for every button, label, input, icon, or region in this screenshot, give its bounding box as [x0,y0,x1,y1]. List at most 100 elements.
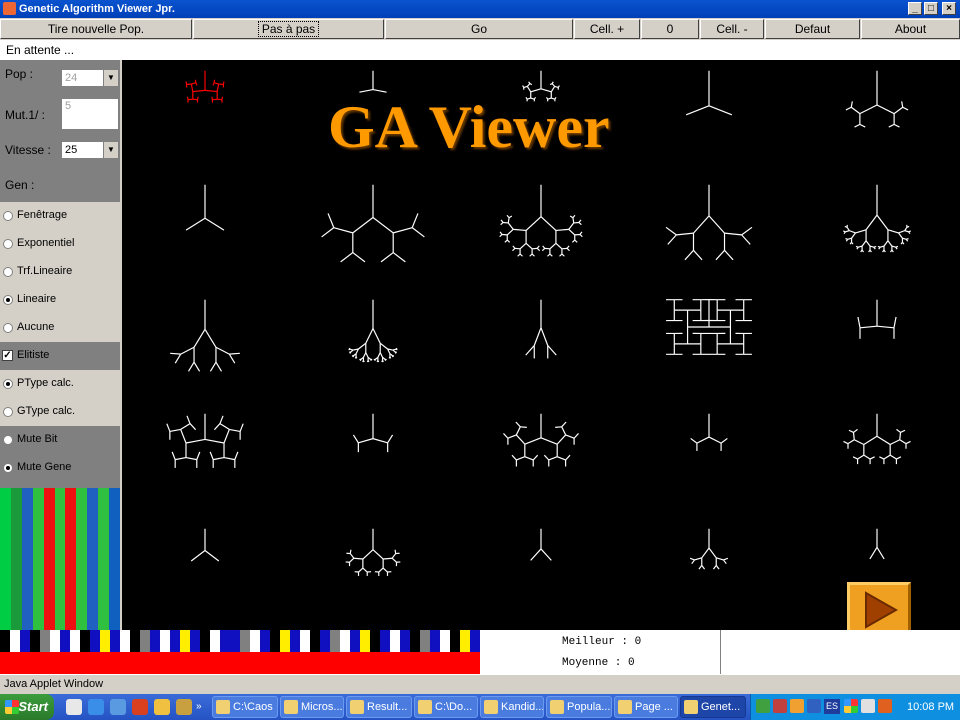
cell-count-button[interactable]: 0 [641,19,699,39]
quicklaunch-more-icon[interactable]: » [196,699,206,715]
population-cell [210,630,220,652]
radio-checked-icon[interactable] [3,295,13,305]
creature-cell[interactable] [122,60,288,173]
option-aucune[interactable]: Aucune [0,314,120,342]
option-gtype[interactable]: GType calc. [0,398,120,426]
population-cell [270,630,280,652]
window-title: Genetic Algorithm Viewer Jpr. [19,3,175,15]
pop-select[interactable]: 24 ▼ [61,69,119,87]
task-app-icon [484,700,498,714]
radio-icon[interactable] [3,323,13,333]
creature-cell[interactable] [458,174,624,287]
creature-cell[interactable] [290,403,456,516]
quicklaunch-ie-icon[interactable] [88,699,104,715]
quicklaunch-outlook-icon[interactable] [110,699,126,715]
creature-cell[interactable] [626,288,792,402]
biomorph-drawing [170,299,240,372]
go-button[interactable]: Go [385,19,573,39]
tray-security-icon[interactable] [807,699,821,713]
creature-cell[interactable] [626,60,792,173]
option-ptype[interactable]: PType calc. [0,370,120,398]
start-button[interactable]: Start [0,694,54,720]
taskbar-task-button[interactable]: Micros... [280,696,344,718]
taskbar-task-button[interactable]: Page ... [614,696,678,718]
cell-minus-button[interactable]: Cell. - [700,19,764,39]
quicklaunch-app-icon[interactable] [176,699,192,715]
speed-select[interactable]: 25 ▼ [61,141,119,159]
population-cell [40,630,50,652]
taskbar-task-button[interactable]: Popula... [546,696,612,718]
option-lineaire[interactable]: Lineaire [0,286,120,314]
radio-checked-icon[interactable] [3,463,13,473]
radio-icon[interactable] [3,211,13,221]
quicklaunch-messenger-icon[interactable] [154,699,170,715]
genome-stripe [65,488,77,630]
radio-icon[interactable] [3,407,13,417]
new-population-button[interactable]: Tire nouvelle Pop. [0,19,192,39]
radio-icon[interactable] [3,267,13,277]
creature-cell[interactable] [122,174,288,287]
mutation-input[interactable]: 5 [61,98,119,130]
tray-update-icon[interactable] [790,699,804,713]
creature-cell[interactable] [794,403,960,516]
taskbar-task-button[interactable]: C:\Caos [212,696,278,718]
creature-cell[interactable] [122,517,288,630]
avg-value: 0 [628,657,635,669]
population-cell [110,630,120,652]
cell-plus-button[interactable]: Cell. + [574,19,640,39]
language-indicator[interactable]: ES [824,699,840,714]
creature-cell[interactable] [122,288,288,402]
option-trf-lineaire[interactable]: Trf.Lineaire [0,258,120,286]
creature-cell[interactable] [290,288,456,402]
creature-cell[interactable] [290,517,456,630]
genome-stripe [32,488,44,630]
tray-volume-icon[interactable] [861,699,875,713]
creature-cell[interactable] [458,288,624,402]
creature-cell[interactable] [626,174,792,287]
tray-antivirus-icon[interactable] [773,699,787,713]
creature-cell[interactable] [458,517,624,630]
avg-stat: Moyenne : 0 [562,657,635,669]
pop-value: 24 [65,72,78,84]
checkbox-checked-icon[interactable]: ✓ [2,350,13,361]
about-button[interactable]: About [861,19,960,39]
maximize-button[interactable]: □ [924,2,938,15]
tray-windows-icon[interactable] [844,699,858,713]
radio-icon[interactable] [3,239,13,249]
option-fenetrage[interactable]: Fenêtrage [0,202,120,230]
taskbar-task-button[interactable]: Result... [346,696,412,718]
genome-stripe [98,488,110,630]
biomorph-drawing [185,70,225,103]
option-mute-bit[interactable]: Mute Bit [0,426,120,454]
creature-cell[interactable] [626,517,792,630]
population-cell [130,630,140,652]
quicklaunch-media-icon[interactable] [132,699,148,715]
close-button[interactable]: × [942,2,956,15]
minimize-button[interactable]: _ [908,2,922,15]
creature-cell[interactable] [458,403,624,516]
creature-cell[interactable] [122,403,288,516]
step-button[interactable]: Pas à pas [193,19,384,39]
option-mute-gene[interactable]: Mute Gene [0,454,120,488]
creature-cell[interactable] [794,174,960,287]
creature-cell[interactable] [290,174,456,287]
taskbar-task-button[interactable]: Kandid... [480,696,544,718]
tray-java-icon[interactable] [878,699,892,713]
population-cell [170,630,180,652]
creature-cell[interactable] [794,288,960,402]
taskbar-task-button[interactable]: C:\Do... [414,696,478,718]
radio-icon[interactable] [3,435,13,445]
radio-checked-icon[interactable] [3,379,13,389]
taskbar-task-button[interactable]: Genet... [680,696,746,718]
creature-cell[interactable] [794,60,960,173]
default-button[interactable]: Defaut [765,19,860,39]
taskbar: Start » C:\Caos Micros... Result... C:\Do..… [0,694,960,720]
speed-label: Vitesse : [5,143,51,157]
elitism-row[interactable]: ✓ Elitiste [0,342,120,370]
tray-network-icon[interactable] [756,699,770,713]
population-strip [0,630,480,652]
window-title-bar[interactable]: Genetic Algorithm Viewer Jpr. _ □ × [0,0,960,18]
quicklaunch-notepad-icon[interactable] [66,699,82,715]
creature-cell[interactable] [626,403,792,516]
option-exponentiel[interactable]: Exponentiel [0,230,120,258]
